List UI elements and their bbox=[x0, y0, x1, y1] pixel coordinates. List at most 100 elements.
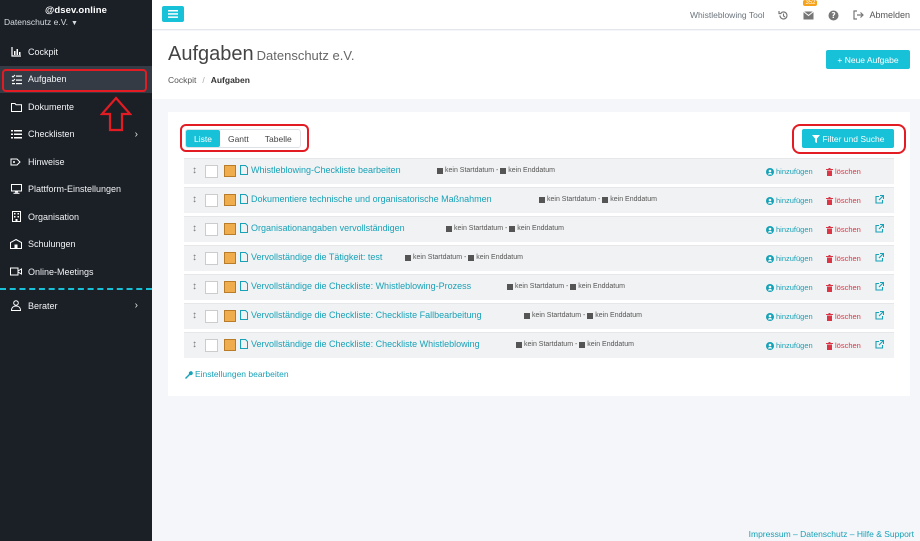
trash-icon bbox=[826, 167, 833, 176]
trash-icon bbox=[826, 196, 833, 205]
sidebar-item-cockpit[interactable]: Cockpit bbox=[0, 38, 152, 66]
task-name[interactable]: Vervollständige die Checkliste: Checklis… bbox=[251, 339, 480, 349]
task-checkbox[interactable] bbox=[205, 194, 218, 207]
delete-button[interactable]: löschen bbox=[826, 283, 861, 292]
delete-button[interactable]: löschen bbox=[826, 196, 861, 205]
sidebar-item-plattform[interactable]: Plattform-Einstellungen bbox=[0, 176, 152, 204]
drag-handle-icon[interactable]: ↕ bbox=[192, 194, 197, 205]
external-link-icon[interactable] bbox=[875, 339, 885, 351]
trash-icon bbox=[826, 341, 833, 350]
task-row[interactable]: ↕ Vervollständige die Checkliste: Whistle… bbox=[184, 274, 894, 300]
org-selector[interactable]: Datenschutz e.V. ▼ bbox=[4, 17, 78, 27]
settings-link[interactable]: Einstellungen bearbeiten bbox=[184, 369, 289, 379]
add-button[interactable]: hinzufügen bbox=[766, 254, 813, 263]
drag-handle-icon[interactable]: ↕ bbox=[192, 165, 197, 176]
delete-button[interactable]: löschen bbox=[826, 167, 861, 176]
tab-liste[interactable]: Liste bbox=[186, 130, 220, 147]
task-row[interactable]: ↕ Dokumentiere technische und organisator… bbox=[184, 187, 894, 213]
drag-handle-icon[interactable]: ↕ bbox=[192, 223, 197, 234]
task-checkbox[interactable] bbox=[205, 165, 218, 178]
delete-button[interactable]: löschen bbox=[826, 312, 861, 321]
delete-button[interactable]: löschen bbox=[826, 254, 861, 263]
page-header: Aufgaben Datenschutz e.V. Cockpit / Aufgabe… bbox=[152, 31, 920, 99]
trash-icon bbox=[826, 225, 833, 234]
add-button[interactable]: hinzufügen bbox=[766, 196, 813, 205]
sidebar-item-schulungen[interactable]: Schulungen bbox=[0, 231, 152, 259]
tab-gantt[interactable]: Gantt bbox=[220, 130, 257, 147]
task-start-date: kein Startdatum bbox=[445, 167, 495, 174]
breadcrumb: Cockpit / Aufgaben bbox=[168, 75, 250, 85]
add-label: hinzufügen bbox=[776, 254, 813, 263]
logout-label: Abmelden bbox=[869, 10, 910, 20]
task-dates: kein Startdatum - kein Enddatum bbox=[446, 225, 564, 232]
task-row[interactable]: ↕ Whistleblowing-Checkliste bearbeiten kei… bbox=[184, 158, 894, 184]
task-row[interactable]: ↕ Vervollständige die Checkliste: Checkli… bbox=[184, 303, 894, 329]
breadcrumb-cockpit[interactable]: Cockpit bbox=[168, 75, 196, 85]
help-icon[interactable]: ? bbox=[828, 10, 839, 21]
document-icon bbox=[240, 281, 248, 293]
logout-icon bbox=[853, 10, 865, 20]
sidebar-item-organisation[interactable]: Organisation bbox=[0, 203, 152, 231]
trash-icon bbox=[826, 254, 833, 263]
sidebar-item-hinweise[interactable]: Hinweise bbox=[0, 148, 152, 176]
add-button[interactable]: hinzufügen bbox=[766, 283, 813, 292]
mail-icon[interactable]: 352 bbox=[803, 0, 818, 20]
drag-handle-icon[interactable]: ↕ bbox=[192, 339, 197, 350]
task-checkbox[interactable] bbox=[205, 310, 218, 323]
drag-handle-icon[interactable]: ↕ bbox=[192, 252, 197, 263]
menu-toggle-button[interactable] bbox=[162, 6, 184, 22]
tool-link[interactable]: Whistleblowing Tool bbox=[690, 10, 765, 20]
task-name[interactable]: Vervollständige die Checkliste: Whistleb… bbox=[251, 281, 471, 291]
tasks-card: Liste Gantt Tabelle Filter und Suche ↕ Wh… bbox=[168, 112, 910, 396]
drag-handle-icon[interactable]: ↕ bbox=[192, 310, 197, 321]
external-link-icon[interactable] bbox=[875, 194, 885, 206]
drag-handle-icon[interactable]: ↕ bbox=[192, 281, 197, 292]
task-name[interactable]: Organisationangaben vervollständigen bbox=[251, 223, 405, 233]
task-row[interactable]: ↕ Organisationangaben vervollständigen kei… bbox=[184, 216, 894, 242]
task-checkbox[interactable] bbox=[205, 281, 218, 294]
external-link-icon[interactable] bbox=[875, 281, 885, 293]
add-button[interactable]: hinzufügen bbox=[766, 225, 813, 234]
footer-links[interactable]: Impressum – Datenschutz – Hilfe & Suppor… bbox=[749, 529, 914, 539]
add-label: hinzufügen bbox=[776, 167, 813, 176]
task-name[interactable]: Dokumentiere technische und organisatori… bbox=[251, 194, 492, 204]
calendar-icon bbox=[587, 312, 594, 319]
external-link-icon[interactable] bbox=[875, 223, 885, 235]
topbar: Whistleblowing Tool 352 ? Abmelden bbox=[152, 0, 920, 30]
delete-button[interactable]: löschen bbox=[826, 341, 861, 350]
add-label: hinzufügen bbox=[776, 283, 813, 292]
delete-label: löschen bbox=[835, 312, 861, 321]
tab-tabelle[interactable]: Tabelle bbox=[257, 130, 300, 147]
task-row[interactable]: ↕ Vervollständige die Tätigkeit: test kein… bbox=[184, 245, 894, 271]
task-name[interactable]: Vervollständige die Tätigkeit: test bbox=[251, 252, 382, 262]
add-label: hinzufügen bbox=[776, 312, 813, 321]
history-icon[interactable] bbox=[778, 10, 789, 21]
task-row[interactable]: ↕ Vervollständige die Checkliste: Checkli… bbox=[184, 332, 894, 358]
view-tabs: Liste Gantt Tabelle bbox=[185, 129, 301, 148]
document-icon bbox=[240, 339, 248, 351]
task-name[interactable]: Whistleblowing-Checkliste bearbeiten bbox=[251, 165, 401, 175]
sidebar-item-berater[interactable]: Berater › bbox=[0, 292, 152, 320]
delete-button[interactable]: löschen bbox=[826, 225, 861, 234]
task-end-date: kein Enddatum bbox=[610, 196, 657, 203]
page-title: Aufgaben Datenschutz e.V. bbox=[168, 43, 354, 66]
external-link-icon[interactable] bbox=[875, 310, 885, 322]
user-circle-icon bbox=[766, 341, 774, 350]
logout-button[interactable]: Abmelden bbox=[853, 10, 910, 20]
new-task-button[interactable]: + Neue Aufgabe bbox=[826, 50, 910, 69]
task-name[interactable]: Vervollständige die Checkliste: Checklis… bbox=[251, 310, 482, 320]
add-button[interactable]: hinzufügen bbox=[766, 341, 813, 350]
task-checkbox[interactable] bbox=[205, 223, 218, 236]
add-button[interactable]: hinzufügen bbox=[766, 167, 813, 176]
caret-down-icon: ▼ bbox=[70, 20, 78, 27]
add-button[interactable]: hinzufügen bbox=[766, 312, 813, 321]
task-checkbox[interactable] bbox=[205, 252, 218, 265]
external-link-icon[interactable] bbox=[875, 252, 885, 264]
task-end-date: kein Enddatum bbox=[587, 341, 634, 348]
delete-label: löschen bbox=[835, 167, 861, 176]
task-checkbox[interactable] bbox=[205, 339, 218, 352]
task-end-date: kein Enddatum bbox=[595, 312, 642, 319]
hamburger-icon bbox=[168, 10, 178, 18]
sidebar-item-online-meetings[interactable]: Online-Meetings bbox=[0, 258, 152, 286]
filter-search-button[interactable]: Filter und Suche bbox=[802, 129, 894, 148]
